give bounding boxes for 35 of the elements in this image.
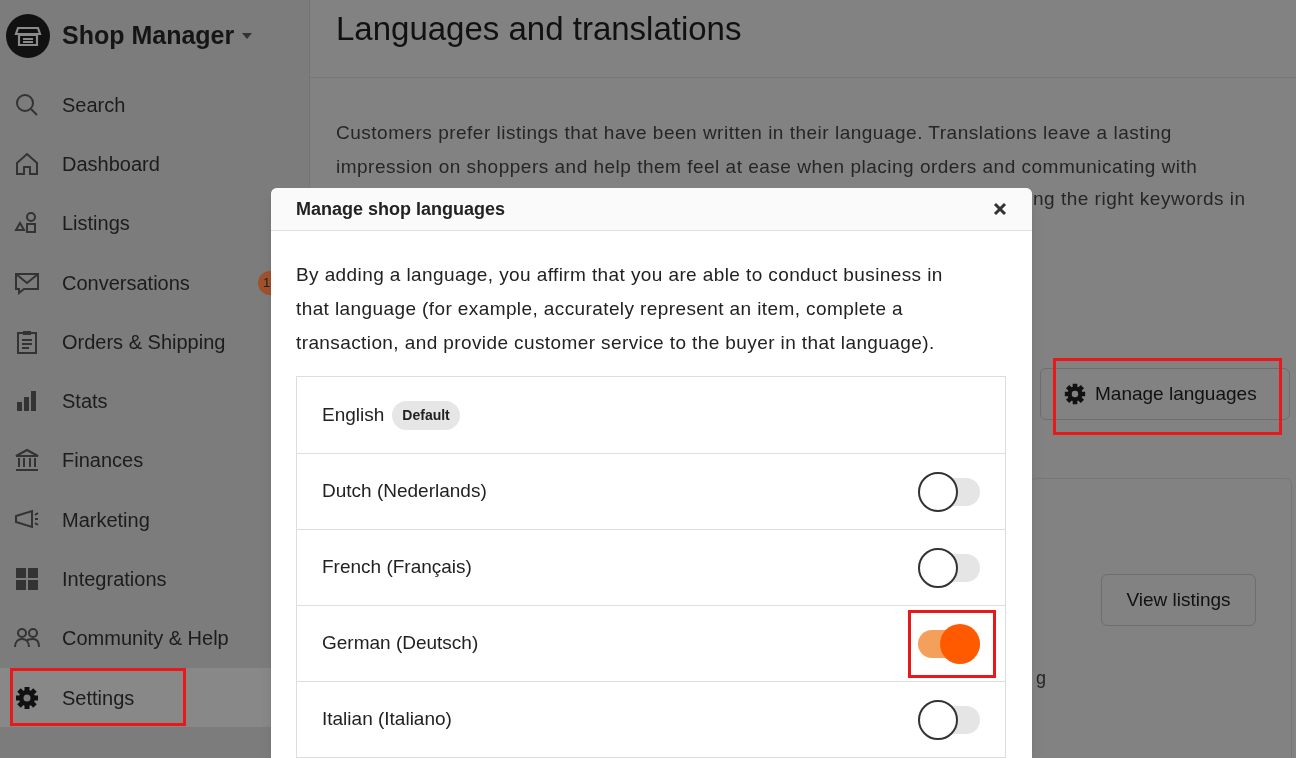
caret-icon[interactable] bbox=[242, 33, 253, 39]
nav-item[interactable]: Marketing bbox=[0, 490, 309, 550]
language-name: English bbox=[322, 402, 385, 427]
toggle-switch[interactable] bbox=[918, 471, 980, 512]
nav-item[interactable]: Community & Help bbox=[0, 608, 309, 668]
app-title[interactable]: Shop Manager bbox=[62, 17, 235, 55]
modal-title: Manage shop languages bbox=[296, 197, 506, 221]
home-icon bbox=[14, 150, 40, 177]
bank-icon bbox=[14, 447, 40, 474]
nav-item[interactable]: Dashboard bbox=[0, 134, 309, 194]
default-badge: Default bbox=[392, 400, 460, 430]
settings-icon bbox=[1063, 382, 1087, 406]
close-icon[interactable] bbox=[993, 202, 1007, 216]
view-listings-button[interactable]: View listings bbox=[1101, 574, 1256, 626]
nav-item[interactable]: Stats bbox=[0, 371, 309, 431]
grid-icon bbox=[14, 566, 40, 592]
manage-languages-button[interactable]: Manage languages bbox=[1040, 368, 1290, 420]
page-title: Languages and translations bbox=[336, 8, 742, 49]
card-text: g bbox=[1036, 667, 1046, 690]
intro-text: ng the right keywords in bbox=[1033, 187, 1246, 211]
settings-icon bbox=[14, 684, 40, 711]
language-name: German (Deutsch) bbox=[322, 631, 479, 656]
modal-description: By adding a language, you affirm that you are able to conduct business in that language (for example, accurately represent an item, complete a transaction, and provide customer service to the buyer in that language). bbox=[295, 263, 944, 355]
language-name: Dutch (Nederlands) bbox=[322, 479, 487, 504]
nav-item[interactable]: Integrations bbox=[0, 549, 309, 609]
search-icon bbox=[14, 91, 40, 118]
clipboard-icon bbox=[14, 328, 40, 355]
toggle-switch[interactable] bbox=[918, 699, 980, 740]
language-name: French (Français) bbox=[322, 555, 472, 580]
nav-item[interactable]: Search bbox=[0, 75, 309, 135]
nav-item[interactable]: Finances bbox=[0, 430, 309, 491]
toggle-switch[interactable] bbox=[918, 547, 980, 588]
shop-logo-icon bbox=[6, 14, 50, 58]
language-name: Italian (Italiano) bbox=[322, 707, 452, 732]
toggle-switch[interactable] bbox=[918, 623, 980, 664]
